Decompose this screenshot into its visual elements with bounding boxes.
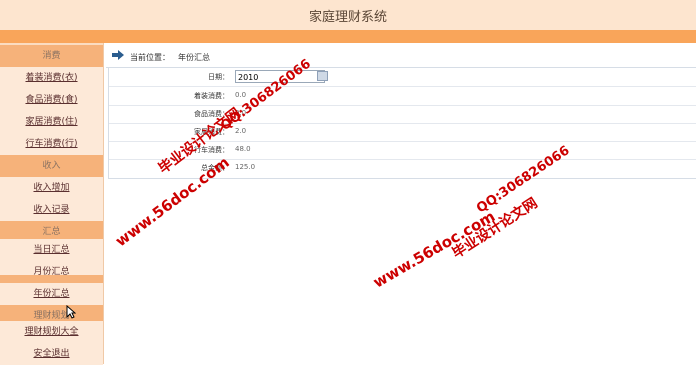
breadcrumb: 当前位置： 年份汇总 [106,47,696,68]
summary-value: 125.0 [235,163,256,171]
sidebar-item-income-records[interactable]: 收入记录 [0,199,103,221]
mouse-cursor-icon [66,305,76,319]
summary-value: 48.0 [235,145,251,153]
date-input[interactable]: 2010 [235,70,325,83]
summary-row: 着装消费： 0.0 [109,87,696,106]
summary-value: 0.0 [235,109,247,117]
sidebar-item-clothing[interactable]: 着装消费(衣) [0,67,103,89]
app-title: 家庭理财系统 [308,10,387,25]
summary-label: 行车消费： [194,146,229,154]
summary-row: 家居消费： 2.0 [109,123,696,142]
sidebar-item-planning-guide[interactable]: 理财规划大全 [0,321,103,343]
breadcrumb-current: 年份汇总 [178,53,210,62]
main-content: 当前位置： 年份汇总 日期： 2010 着装消费： 0.0 食品消费： 0.0 … [106,43,696,364]
summary-label: 食品消费： [194,110,229,118]
breadcrumb-label: 当前位置： [130,53,170,62]
date-label: 日期： [208,73,229,81]
summary-row: 食品消费： 0.0 [109,105,696,124]
summary-label: 着装消费： [194,92,229,100]
sidebar-item-daily-summary[interactable]: 当日汇总 [0,239,103,261]
yearly-summary-form: 日期： 2010 着装消费： 0.0 食品消费： 0.0 家居消费： 2.0 行… [108,67,696,179]
sidebar-heading-consumption: 消费 [0,45,103,67]
app-header: 家庭理财系统 [0,0,696,30]
sidebar-item-yearly-summary[interactable]: 年份汇总 [0,283,103,305]
sidebar-item-food[interactable]: 食品消费(食) [0,89,103,111]
summary-value: 0.0 [235,91,247,99]
sidebar-item-housing[interactable]: 家居消费(住) [0,111,103,133]
summary-label: 总金额： [201,164,229,172]
date-row: 日期： 2010 [109,68,696,87]
calendar-icon[interactable] [317,71,328,81]
header-accent-bar [0,30,696,43]
summary-label: 家居消费： [194,128,229,136]
sidebar-heading-income: 收入 [0,155,103,177]
sidebar-item-transport[interactable]: 行车消费(行) [0,133,103,155]
sidebar-item-income-add[interactable]: 收入增加 [0,177,103,199]
summary-row: 行车消费： 48.0 [109,141,696,160]
summary-value: 2.0 [235,127,247,135]
arrow-right-icon [112,50,124,60]
sidebar-item-logout[interactable]: 安全退出 [0,343,103,365]
sidebar: 消费 着装消费(衣) 食品消费(食) 家居消费(住) 行车消费(行) 收入 收入… [0,43,104,365]
summary-row: 总金额： 125.0 [109,159,696,177]
